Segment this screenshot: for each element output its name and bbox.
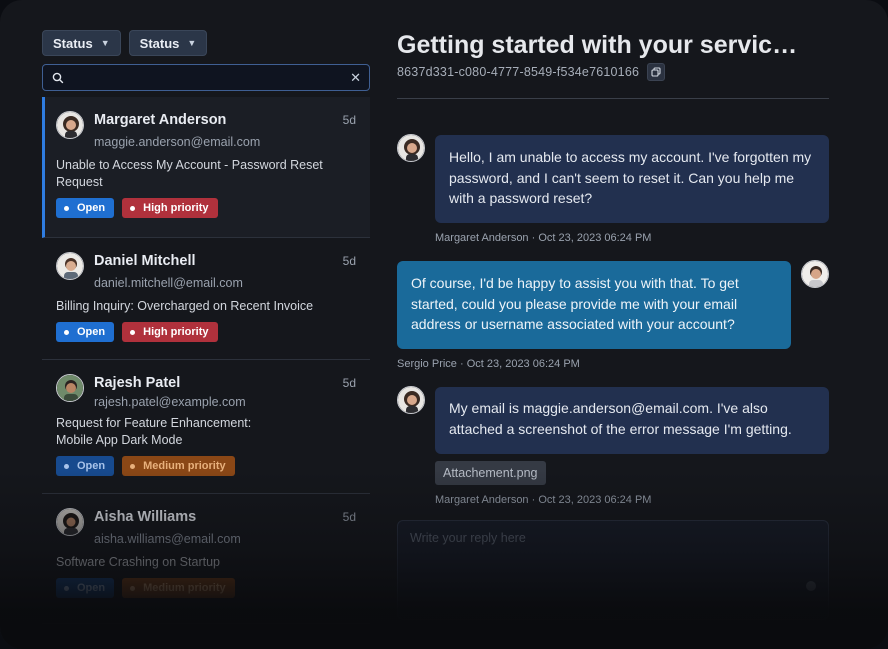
search-input[interactable] <box>65 70 351 85</box>
attachment-chip[interactable]: Attachement.png <box>435 461 546 485</box>
ticket-age: 5d <box>342 376 356 390</box>
avatar <box>56 374 84 402</box>
close-icon[interactable]: ✕ <box>350 70 361 86</box>
status-filter-label: Status <box>53 35 93 51</box>
status-badge: Open <box>56 456 115 476</box>
ticket-customer-name: Margaret Anderson <box>94 112 227 128</box>
ticket-id-row: 8637d331-c080-4777-8549-f534e7610166 <box>397 63 666 81</box>
reply-input[interactable] <box>410 531 816 601</box>
avatar <box>801 260 829 288</box>
message-bubble: My email is maggie.anderson@email.com. I… <box>435 387 829 454</box>
ticket-subject: Billing Inquiry: Overcharged on Recent I… <box>56 299 314 313</box>
ticket-customer-name: Rajesh Patel <box>94 375 181 391</box>
status-badge: Open <box>56 198 115 218</box>
priority-badge: Medium priority <box>122 456 235 476</box>
conversation-title: Getting started with your servic… <box>397 31 798 59</box>
avatar <box>397 134 425 162</box>
ticket-item[interactable]: Daniel Mitchell daniel.mitchell@email.co… <box>42 238 370 360</box>
ticket-subject: Unable to Access My Account - Password R… <box>56 158 323 189</box>
message-meta: Margaret Anderson · Oct 23, 2023 06:24 P… <box>435 232 652 244</box>
priority-badge: High priority <box>122 322 218 342</box>
avatar <box>56 111 84 139</box>
status-filter-button[interactable]: Status ▼ <box>42 30 121 56</box>
filter-bar: Status ▼ Status ▼ <box>42 30 208 56</box>
ticket-age: 5d <box>342 113 356 127</box>
ticket-list: Margaret Anderson maggie.anderson@email.… <box>42 97 370 624</box>
status-filter-button-2[interactable]: Status ▼ <box>128 30 208 56</box>
ticket-item[interactable]: Rajesh Patel rajesh.patel@example.com 5d… <box>42 360 370 494</box>
message-meta: Margaret Anderson · Oct 23, 2023 06:24 P… <box>435 494 652 506</box>
ticket-customer-email: rajesh.patel@example.com <box>94 395 246 409</box>
status-badge: Open <box>56 322 115 342</box>
reply-box <box>397 520 829 620</box>
ticket-age: 5d <box>342 254 356 268</box>
ticket-age: 5d <box>342 510 356 524</box>
search-icon <box>52 72 64 83</box>
ticket-customer-email: aisha.williams@email.com <box>94 532 241 546</box>
avatar <box>56 252 84 280</box>
priority-badge: Medium priority <box>122 578 235 598</box>
status-badge: Open <box>56 578 115 598</box>
ticket-customer-name: Aisha Williams <box>94 509 197 525</box>
ticket-item[interactable]: Aisha Williams aisha.williams@email.com … <box>42 494 370 624</box>
ticket-id: 8637d331-c080-4777-8549-f534e7610166 <box>397 65 640 79</box>
priority-badge: High priority <box>122 198 218 218</box>
ticket-search[interactable]: ✕ <box>42 64 370 91</box>
message-bubble: Of course, I'd be happy to assist you wi… <box>397 261 791 349</box>
header-divider <box>397 98 829 99</box>
ticket-item[interactable]: Margaret Anderson maggie.anderson@email.… <box>42 97 370 238</box>
ticket-customer-email: maggie.anderson@email.com <box>94 135 261 149</box>
ticket-customer-email: daniel.mitchell@email.com <box>94 276 243 290</box>
ticket-subject: Software Crashing on Startup <box>56 555 220 569</box>
avatar <box>56 508 84 536</box>
avatar <box>397 386 425 414</box>
status-filter-label: Status <box>139 35 180 51</box>
message-bubble: Hello, I am unable to access my account.… <box>435 135 829 223</box>
chevron-down-icon: ▼ <box>187 38 197 48</box>
message-meta: Sergio Price · Oct 23, 2023 06:24 PM <box>397 358 580 370</box>
ticket-subject: Request for Feature Enhancement: Mobile … <box>56 416 252 447</box>
app-frame: Status ▼ Status ▼ ✕ Margaret Anderson ma… <box>0 0 888 649</box>
ticket-customer-name: Daniel Mitchell <box>94 253 196 269</box>
copy-icon[interactable] <box>647 63 666 81</box>
send-icon[interactable] <box>806 581 816 591</box>
chevron-down-icon: ▼ <box>100 38 110 48</box>
